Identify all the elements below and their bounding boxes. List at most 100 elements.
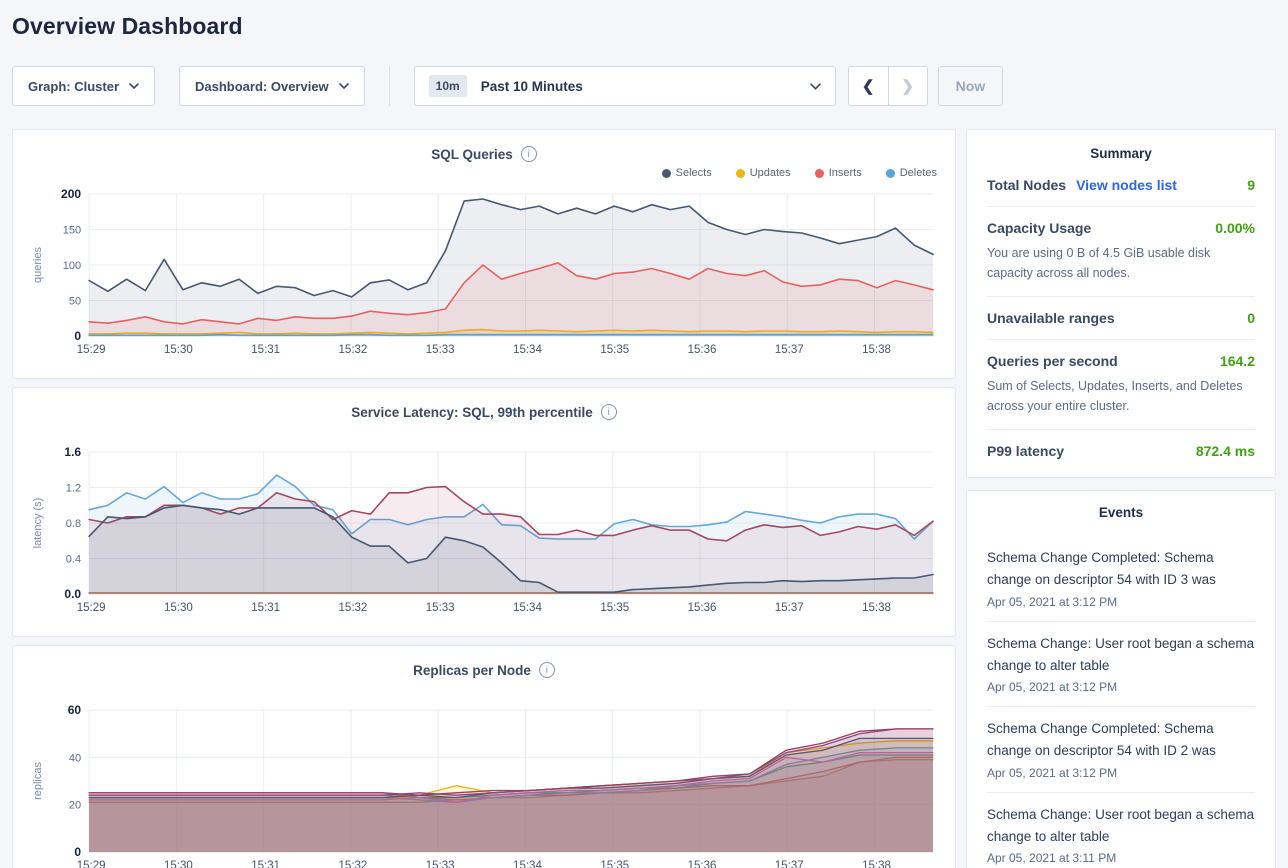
svg-text:15:30: 15:30: [164, 344, 193, 356]
svg-text:15:38: 15:38: [862, 860, 891, 868]
chart-canvas: 15:2915:3015:3115:3215:3315:3415:3515:36…: [27, 442, 941, 628]
svg-text:15:29: 15:29: [77, 344, 106, 356]
summary-label: Unavailable ranges: [987, 310, 1115, 326]
summary-label: Queries per second: [987, 353, 1118, 369]
summary-label: P99 latency: [987, 443, 1064, 459]
events-panel: Events Schema Change Completed: Schema c…: [966, 490, 1276, 868]
summary-row-unavailable-ranges: Unavailable ranges 0: [987, 296, 1255, 326]
summary-value: 872.4 ms: [1196, 443, 1255, 459]
event-text: Schema Change: User root began a schema …: [987, 633, 1255, 678]
legend-item-inserts[interactable]: Inserts: [815, 167, 862, 179]
svg-text:15:33: 15:33: [426, 344, 455, 356]
svg-text:15:30: 15:30: [164, 860, 193, 868]
svg-text:15:29: 15:29: [77, 602, 106, 614]
svg-text:15:31: 15:31: [251, 602, 280, 614]
svg-text:15:30: 15:30: [164, 602, 193, 614]
event-timestamp: Apr 05, 2021 at 3:12 PM: [987, 595, 1255, 609]
service-latency-chart: 15:2915:3015:3115:3215:3315:3415:3515:36…: [27, 442, 941, 628]
toolbar-divider: [389, 66, 390, 106]
svg-text:150: 150: [63, 225, 81, 237]
event-item[interactable]: Schema Change Completed: Schema change o…: [987, 707, 1255, 793]
legend-dot: [886, 169, 895, 178]
svg-text:latency (s): latency (s): [32, 498, 44, 549]
event-item[interactable]: Schema Change: User root began a schema …: [987, 793, 1255, 868]
svg-text:0: 0: [74, 329, 81, 343]
legend-dot: [736, 169, 745, 178]
svg-text:replicas: replicas: [32, 762, 44, 800]
svg-text:15:36: 15:36: [688, 602, 717, 614]
svg-text:15:38: 15:38: [862, 344, 891, 356]
legend-item-updates[interactable]: Updates: [736, 167, 791, 179]
svg-text:100: 100: [63, 260, 81, 272]
svg-text:0.4: 0.4: [66, 554, 81, 566]
chevron-down-icon: [129, 83, 139, 89]
time-prev-button[interactable]: ❮: [848, 66, 888, 106]
summary-label: Capacity Usage: [987, 220, 1091, 236]
chart-panel-replicas-per-node: Replicas per Node i 15:2915:3015:3115:32…: [12, 645, 956, 868]
time-range-picker[interactable]: 10m Past 10 Minutes: [414, 66, 836, 106]
info-icon[interactable]: i: [539, 662, 555, 678]
svg-text:20: 20: [69, 800, 81, 812]
svg-text:15:29: 15:29: [77, 860, 106, 868]
event-item[interactable]: Schema Change: User root began a schema …: [987, 622, 1255, 708]
summary-description: You are using 0 B of 4.5 GiB usable disk…: [987, 243, 1255, 283]
svg-text:queries: queries: [32, 246, 44, 283]
time-range-label: Past 10 Minutes: [481, 79, 583, 94]
main-content: SQL Queries i Selects Updates Inserts Delet…: [0, 129, 1288, 868]
sidebar-column: Summary Total Nodes View nodes list 9 Ca…: [966, 129, 1276, 868]
svg-text:15:36: 15:36: [688, 860, 717, 868]
event-text: Schema Change Completed: Schema change o…: [987, 718, 1255, 763]
dashboard-dropdown[interactable]: Dashboard: Overview: [179, 66, 365, 106]
chevron-down-icon: [339, 83, 349, 89]
svg-text:15:32: 15:32: [339, 860, 368, 868]
sql-queries-chart: 15:2915:3015:3115:3215:3315:3415:3515:36…: [27, 184, 941, 370]
svg-text:15:37: 15:37: [775, 860, 804, 868]
svg-text:15:35: 15:35: [600, 602, 629, 614]
summary-description: Sum of Selects, Updates, Inserts, and De…: [987, 376, 1255, 416]
legend-item-selects[interactable]: Selects: [662, 167, 712, 179]
info-icon[interactable]: i: [601, 404, 617, 420]
chart-legend: Selects Updates Inserts Deletes: [27, 164, 937, 182]
svg-text:0.0: 0.0: [64, 587, 81, 601]
summary-row-p99-latency: P99 latency 872.4 ms: [987, 429, 1255, 459]
legend-dot: [662, 169, 671, 178]
svg-text:1.2: 1.2: [66, 483, 81, 495]
chart-canvas: 15:2915:3015:3115:3215:3315:3415:3515:36…: [27, 700, 941, 868]
chart-title: SQL Queries: [431, 147, 513, 162]
info-icon[interactable]: i: [521, 146, 537, 162]
svg-text:50: 50: [69, 296, 81, 308]
svg-text:15:33: 15:33: [426, 602, 455, 614]
svg-text:15:34: 15:34: [513, 860, 542, 868]
svg-text:15:37: 15:37: [775, 602, 804, 614]
page-title: Overview Dashboard: [12, 13, 1288, 40]
toolbar: Graph: Cluster Dashboard: Overview 10m P…: [12, 66, 1276, 106]
legend-label: Updates: [750, 167, 791, 179]
summary-row-capacity-usage: Capacity Usage 0.00% You are using 0 B o…: [987, 206, 1255, 283]
now-button[interactable]: Now: [938, 66, 1004, 106]
svg-text:15:32: 15:32: [339, 602, 368, 614]
chart-panel-sql-queries: SQL Queries i Selects Updates Inserts Delet…: [12, 129, 956, 379]
svg-text:40: 40: [69, 752, 81, 764]
summary-value: 0: [1247, 310, 1255, 326]
legend-label: Selects: [676, 167, 712, 179]
events-list: Schema Change Completed: Schema change o…: [987, 536, 1255, 868]
graph-dropdown-label: Graph: Cluster: [28, 79, 119, 94]
chart-canvas: 15:2915:3015:3115:3215:3315:3415:3515:36…: [27, 184, 941, 370]
view-nodes-list-link[interactable]: View nodes list: [1076, 177, 1177, 193]
event-timestamp: Apr 05, 2021 at 3:11 PM: [987, 851, 1255, 865]
summary-value: 0.00%: [1215, 220, 1255, 236]
legend-item-deletes[interactable]: Deletes: [886, 167, 937, 179]
event-item[interactable]: Schema Change Completed: Schema change o…: [987, 536, 1255, 622]
svg-text:15:36: 15:36: [688, 344, 717, 356]
time-range-badge: 10m: [429, 75, 467, 97]
graph-dropdown[interactable]: Graph: Cluster: [12, 66, 155, 106]
legend-label: Inserts: [829, 167, 862, 179]
svg-text:1.6: 1.6: [64, 445, 81, 459]
summary-title: Summary: [987, 146, 1255, 161]
chart-title: Replicas per Node: [413, 663, 531, 678]
time-next-button[interactable]: ❯: [888, 66, 928, 106]
event-timestamp: Apr 05, 2021 at 3:12 PM: [987, 680, 1255, 694]
time-pager: ❮ ❯: [848, 66, 928, 106]
svg-text:15:34: 15:34: [513, 344, 542, 356]
svg-text:15:35: 15:35: [600, 860, 629, 868]
